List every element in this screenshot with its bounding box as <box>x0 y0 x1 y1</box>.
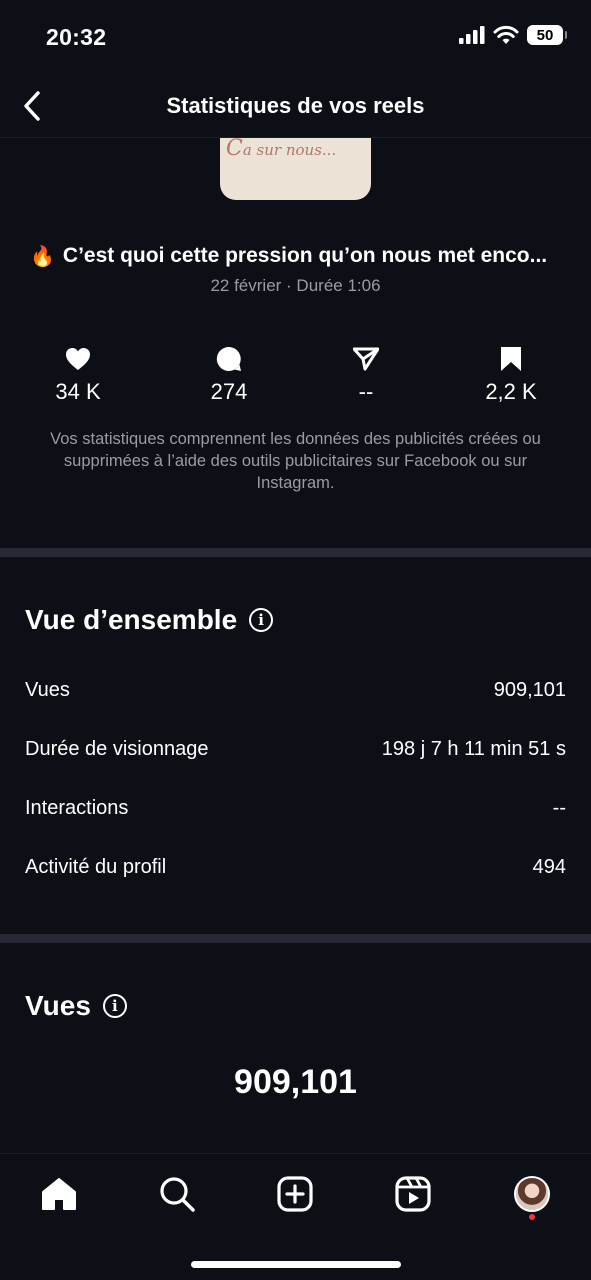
tab-create[interactable] <box>273 1172 317 1216</box>
section-divider <box>0 934 591 943</box>
create-icon <box>277 1176 313 1212</box>
reel-meta: 22 février · Durée 1:06 <box>210 276 381 295</box>
share-icon <box>353 347 379 371</box>
status-icons: 50 <box>459 25 567 45</box>
thumbnail-caption: Ca sur nous... <box>226 138 337 161</box>
page-title: Statistiques de vos reels <box>166 93 425 118</box>
search-icon <box>160 1177 195 1212</box>
stat-comments: 274 <box>179 345 279 405</box>
stat-saves: 2,2 K <box>461 345 561 405</box>
screen: 20:32 50 Statistiques de vos reels Ca su… <box>0 0 591 1280</box>
reel-thumbnail[interactable]: Ca sur nous... <box>220 138 371 200</box>
wifi-icon <box>493 25 519 44</box>
signal-icon <box>459 26 485 44</box>
row-label: Vues <box>25 679 70 701</box>
status-time: 20:32 <box>46 24 107 50</box>
battery-icon: 50 <box>527 25 567 45</box>
overview-heading: Vue d’ensemble i <box>25 604 274 636</box>
stat-shares: -- <box>316 345 416 405</box>
bookmark-icon <box>501 347 521 371</box>
tab-home[interactable] <box>37 1172 81 1216</box>
reel-title: C’est quoi cette pression qu’on nous met… <box>62 244 548 267</box>
section-divider <box>0 548 591 557</box>
home-indicator[interactable] <box>191 1261 401 1268</box>
header: Statistiques de vos reels <box>0 76 591 138</box>
views-title: Vues <box>25 990 91 1021</box>
row-label: Durée de visionnage <box>25 738 209 760</box>
engagement-stats: 34 K 274 -- 2,2 K <box>20 345 571 415</box>
info-icon[interactable]: i <box>102 994 127 1018</box>
stat-likes: 34 K <box>28 345 128 405</box>
tab-profile[interactable] <box>510 1172 554 1216</box>
row-label: Interactions <box>25 797 129 819</box>
views-total: 909,101 <box>234 1063 357 1101</box>
likes-count: 34 K <box>55 379 101 404</box>
row-value: 494 <box>532 856 566 878</box>
overview-row-interactions[interactable]: Interactions -- <box>25 797 566 820</box>
overview-row-watch-time: Durée de visionnage 198 j 7 h 11 min 51 … <box>25 738 566 761</box>
shares-count: -- <box>358 379 374 404</box>
home-icon <box>42 1178 76 1210</box>
row-label: Activité du profil <box>25 856 167 878</box>
reels-icon <box>395 1176 431 1212</box>
overview-row-profile-activity[interactable]: Activité du profil 494 <box>25 856 566 879</box>
comment-icon <box>216 346 241 371</box>
overview-row-views: Vues 909,101 <box>25 679 566 702</box>
reel-title-row: 🔥 C’est quoi cette pression qu’on nous m… <box>30 240 570 272</box>
saves-count: 2,2 K <box>485 379 537 404</box>
heart-icon <box>66 348 90 370</box>
profile-avatar <box>514 1176 550 1212</box>
fire-emoji: 🔥 <box>30 245 55 268</box>
views-heading: Vues i <box>25 990 127 1022</box>
comments-count: 274 <box>210 379 248 404</box>
ads-disclaimer: Vos statistiques comprennent les données… <box>50 430 541 492</box>
notification-dot <box>529 1214 535 1220</box>
tab-reels[interactable] <box>391 1172 435 1216</box>
tab-search[interactable] <box>155 1172 199 1216</box>
info-icon[interactable]: i <box>249 608 274 632</box>
status-bar: 20:32 50 <box>0 0 591 76</box>
row-value: 198 j 7 h 11 min 51 s <box>381 738 566 760</box>
overview-title: Vue d’ensemble <box>25 604 238 635</box>
row-value: 909,101 <box>493 679 566 701</box>
row-value: -- <box>552 797 566 819</box>
